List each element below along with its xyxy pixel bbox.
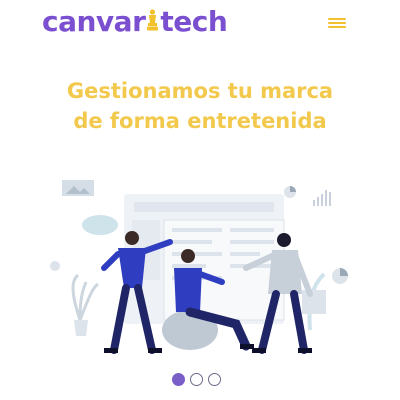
- headline-line2: de forma entretenida: [73, 109, 327, 133]
- hamburger-menu-icon[interactable]: [328, 16, 346, 30]
- carousel-dot-2[interactable]: [190, 373, 203, 386]
- plant-left: [71, 273, 99, 321]
- bar-chart-shape: [313, 190, 331, 206]
- carousel-dot-3[interactable]: [208, 373, 221, 386]
- logo-text-part1: canvar: [42, 5, 146, 38]
- logo-knight-icon: [147, 9, 159, 31]
- brand-logo[interactable]: canvar tech: [42, 4, 228, 40]
- team-collaboration-illustration: [50, 180, 348, 354]
- carousel-dots: [172, 373, 221, 386]
- headline-line1: Gestionamos tu marca: [66, 79, 334, 103]
- logo-text-part2: tech: [160, 5, 228, 38]
- hero-headline: Gestionamos tu marca de forma entretenid…: [20, 76, 380, 136]
- leaf-shape: [82, 215, 118, 235]
- site-header: canvar tech: [0, 0, 400, 48]
- carousel-dot-1[interactable]: [172, 373, 185, 386]
